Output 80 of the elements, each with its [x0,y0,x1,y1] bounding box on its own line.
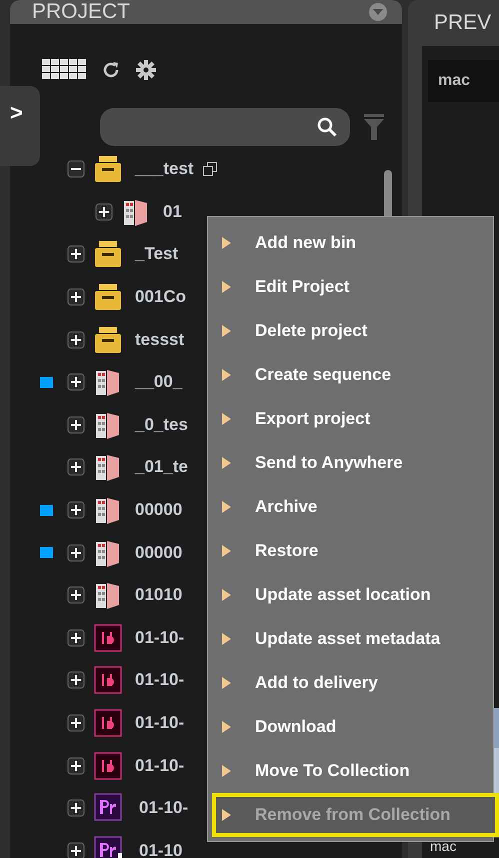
drawer-icon [93,239,123,270]
triangle-icon [222,413,231,425]
indesign-file-icon [93,622,123,653]
triangle-icon [222,501,231,513]
menu-item[interactable]: Delete project [208,309,493,353]
tree-item-label[interactable]: 01-10 [139,840,182,858]
tree-item-label[interactable]: 01 [163,202,182,222]
tree-item-label[interactable]: _01_te [135,457,188,478]
indesign-file-icon [93,665,123,696]
expand-icon[interactable] [67,799,85,818]
tree-item-label[interactable]: _0_tes [135,414,188,435]
menu-item[interactable]: Send to Anywhere [208,441,493,485]
settings-icon[interactable] [134,58,158,82]
tree-item-label[interactable]: __00_ [135,372,182,392]
tree-item-label[interactable]: 01-10- [135,713,184,734]
clip-label: mac [429,838,458,856]
drawer-icon [93,324,123,355]
tree-item-label[interactable]: tessst [135,330,184,350]
menu-item[interactable]: Move To Collection [208,749,493,793]
expand-icon[interactable] [67,628,85,647]
expand-icon[interactable] [67,544,85,562]
tree-item-label[interactable]: 01010 [135,585,182,606]
dropdown-icon[interactable] [368,2,388,22]
tree-item-label[interactable]: 01-10- [135,670,184,690]
tree-item-label[interactable]: ___test [135,159,194,180]
menu-item[interactable]: Add to delivery [208,661,493,705]
triangle-icon [222,721,231,733]
expand-icon[interactable] [67,586,85,604]
menu-item[interactable]: Update asset location [208,573,493,617]
panel-title: PREV [434,11,492,35]
expand-icon[interactable] [67,671,85,690]
triangle-icon [222,369,231,381]
menu-item[interactable]: Archive [208,485,493,529]
menu-item[interactable]: Create sequence [208,353,493,397]
triangle-icon [222,633,231,645]
collapse-icon[interactable] [67,160,85,178]
drawer-icon [93,282,123,312]
triangle-icon [222,457,231,469]
menu-item[interactable]: Update asset metadata [208,617,493,661]
expand-icon[interactable] [67,756,85,775]
tree-item-label[interactable]: 001Co [135,287,186,308]
drawer-icon [93,154,123,184]
menu-item[interactable]: Restore [208,529,493,573]
expand-icon[interactable] [67,373,85,392]
expand-icon[interactable] [95,202,113,221]
expand-icon[interactable] [67,714,85,732]
search-icon[interactable] [316,116,338,138]
grid-view-icon[interactable] [42,59,88,81]
expand-icon[interactable] [67,842,85,858]
search-field[interactable] [100,108,350,146]
menu-item[interactable]: Download [208,705,493,749]
indesign-file-icon [93,750,123,781]
expand-icon[interactable] [67,288,85,306]
clip-label: mac [428,60,499,102]
expand-icon[interactable] [67,245,85,264]
triangle-icon [222,765,231,777]
tree-item-label[interactable]: 01-10- [139,798,188,818]
triangle-icon [222,281,231,293]
triangle-icon [222,589,231,601]
side-tab[interactable]: > [0,86,40,166]
tree-item-label[interactable]: 01-10- [135,756,184,776]
menu-item[interactable]: Edit Project [208,265,493,309]
menu-item[interactable]: Export project [208,397,493,441]
expand-icon[interactable] [67,501,85,520]
tree-item-label[interactable]: 01-10- [135,628,184,648]
triangle-icon [222,237,231,249]
triangle-icon [222,809,231,821]
triangle-icon [222,325,231,337]
indesign-file-icon [93,708,123,738]
tree-item-label[interactable]: 00000 [135,542,182,563]
panel-title: PROJECT [32,0,130,24]
expand-icon[interactable] [67,416,85,434]
expand-icon[interactable] [67,330,85,349]
triangle-icon [222,677,231,689]
tree-item-label[interactable]: 00000 [135,500,182,520]
menu-item[interactable]: Add new bin [208,221,493,265]
triangle-icon [222,545,231,557]
expand-icon[interactable] [67,458,85,476]
copy-icon[interactable] [202,161,218,178]
tree-item-label[interactable]: _Test [135,244,178,264]
